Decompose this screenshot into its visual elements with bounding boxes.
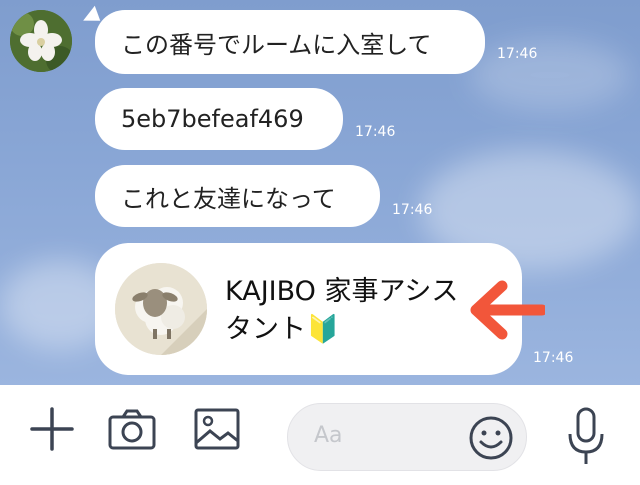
message-input[interactable]: Aa bbox=[287, 403, 527, 471]
sheep-avatar-icon bbox=[115, 263, 207, 355]
contact-name: KAJIBO 家事アシスタント🔰 bbox=[225, 276, 459, 345]
bubble-tail bbox=[79, 5, 101, 27]
image-icon[interactable] bbox=[193, 407, 241, 451]
plus-icon[interactable] bbox=[28, 405, 76, 453]
emoji-icon[interactable] bbox=[468, 415, 514, 461]
message-bubble[interactable]: この番号でルームに入室して bbox=[95, 10, 485, 74]
arrow-left-icon bbox=[470, 280, 545, 340]
contact-card[interactable]: KAJIBO 家事アシスタント🔰 bbox=[95, 243, 522, 375]
message-time: 17:46 bbox=[533, 350, 574, 366]
message-bubble[interactable]: これと友達になって bbox=[95, 165, 380, 227]
message-bubble[interactable]: 5eb7befeaf469 bbox=[95, 88, 343, 150]
sender-avatar[interactable] bbox=[10, 10, 72, 72]
message-text: 5eb7befeaf469 bbox=[121, 105, 304, 133]
message-text: これと友達になって bbox=[121, 184, 336, 213]
message-time: 17:46 bbox=[355, 124, 396, 140]
message-time: 17:46 bbox=[497, 46, 538, 62]
chat-area: この番号でルームに入室して 17:46 5eb7befeaf469 17:46 … bbox=[0, 0, 640, 385]
camera-icon[interactable] bbox=[107, 409, 157, 451]
message-time: 17:46 bbox=[392, 202, 433, 218]
message-text: この番号でルームに入室して bbox=[121, 30, 432, 59]
input-placeholder: Aa bbox=[314, 423, 343, 448]
microphone-icon[interactable] bbox=[566, 406, 606, 468]
